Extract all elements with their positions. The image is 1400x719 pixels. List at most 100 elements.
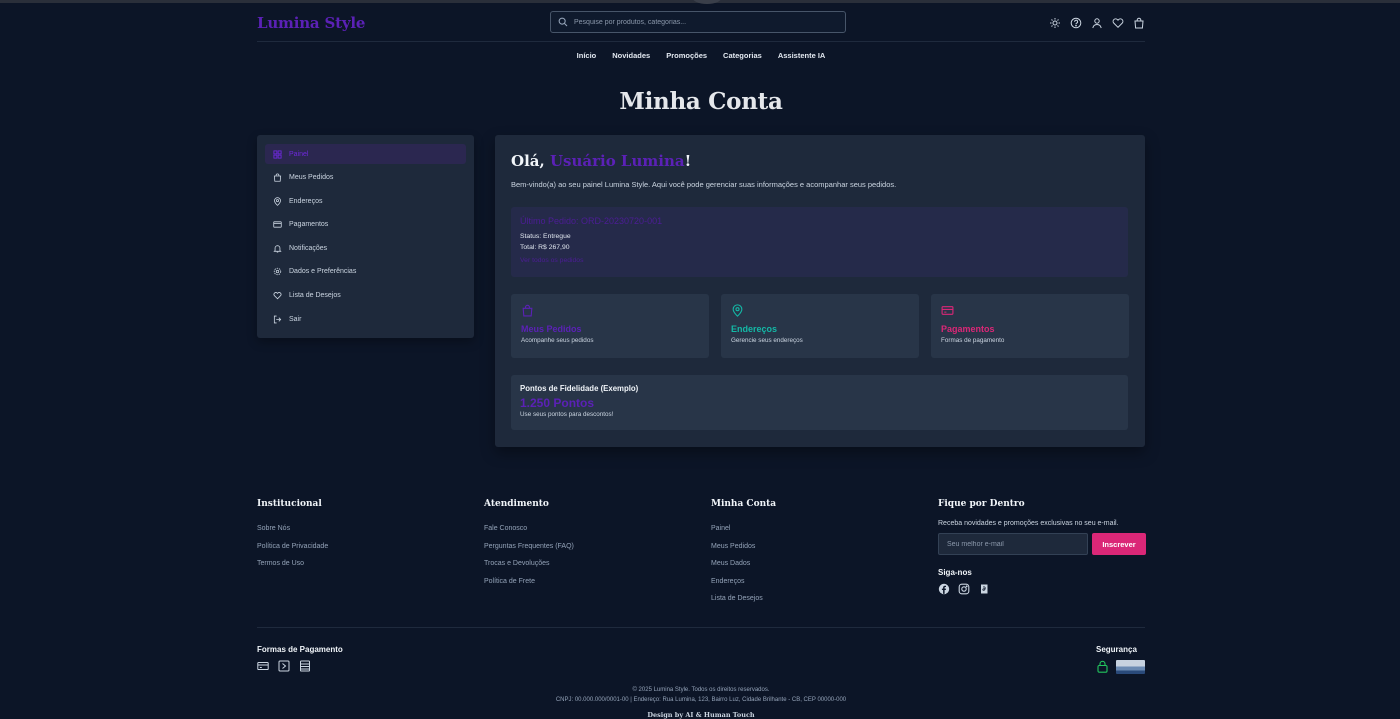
nav-categorias[interactable]: Categorias — [723, 51, 762, 60]
credit-card-icon — [257, 662, 269, 670]
sidebar-item-pagamentos[interactable]: Pagamentos — [265, 215, 466, 235]
footer-link[interactable]: Termos de Uso — [257, 555, 328, 573]
main-nav: Início Novidades Promoções Categorias As… — [257, 51, 1145, 60]
sidebar-item-enderecos[interactable]: Endereços — [265, 191, 466, 211]
heart-icon[interactable] — [1112, 17, 1124, 29]
payment-title: Formas de Pagamento — [257, 645, 343, 654]
sidebar-item-meus-pedidos[interactable]: Meus Pedidos — [265, 168, 466, 188]
greeting-suffix: ! — [684, 152, 692, 170]
credit-card-icon — [941, 306, 954, 315]
card-title: Pagamentos — [941, 324, 995, 334]
view-all-orders-link[interactable]: Ver todos os pedidos — [520, 257, 1119, 264]
footer-link[interactable]: Política de Privacidade — [257, 538, 328, 556]
card-title: Endereços — [731, 324, 778, 334]
card-meus-pedidos[interactable]: Meus Pedidos Acompanhe seus pedidos — [511, 294, 709, 358]
sidebar-item-notificacoes[interactable]: Notificações — [265, 238, 466, 258]
footer-link[interactable]: Meus Dados — [711, 555, 776, 573]
nav-assistente-ia[interactable]: Assistente IA — [778, 51, 826, 60]
sidebar-item-lista-desejos[interactable]: Lista de Desejos — [265, 286, 466, 306]
copyright-text: © 2025 Lumina Style. Todos os direitos r… — [632, 687, 770, 693]
card-subtitle: Gerencie seus endereços — [731, 337, 803, 344]
bag-icon — [522, 304, 533, 317]
design-credit: Design by AI & Human Touch — [647, 711, 755, 719]
account-sidebar: Painel Meus Pedidos Endereços Pagamentos… — [257, 135, 474, 338]
subscribe-button[interactable]: Inscrever — [1092, 533, 1146, 555]
sidebar-item-dados-preferencias[interactable]: Dados e Preferências — [265, 262, 466, 282]
loyalty-title: Pontos de Fidelidade (Exemplo) — [520, 384, 639, 393]
threads-icon[interactable] — [978, 583, 990, 595]
dashboard-icon — [273, 149, 282, 159]
sidebar-item-sair[interactable]: Sair — [265, 309, 466, 329]
footer-col-title: Atendimento — [484, 499, 549, 509]
follow-title: Siga-nos — [938, 568, 972, 577]
search-icon — [558, 17, 568, 27]
welcome-text: Bem-vindo(a) ao seu painel Lumina Style.… — [511, 180, 897, 189]
sun-icon[interactable] — [1049, 17, 1061, 29]
loyalty-points: 1.250 Pontos — [520, 396, 595, 410]
instagram-icon[interactable] — [958, 583, 970, 595]
footer-link[interactable]: Perguntas Frequentes (FAQ) — [484, 538, 574, 556]
nav-novidades[interactable]: Novidades — [612, 51, 650, 60]
site-header: Lumina Style — [257, 8, 1145, 42]
order-status: Status: Entregue — [520, 233, 571, 240]
security-lock — [1097, 660, 1108, 673]
nav-promocoes[interactable]: Promoções — [666, 51, 707, 60]
footer-newsletter: Fique por Dentro Receba novidades e prom… — [938, 499, 1146, 595]
user-icon[interactable] — [1091, 17, 1103, 29]
header-actions — [1049, 17, 1145, 29]
map-pin-icon — [732, 304, 743, 317]
footer-col-atendimento: Atendimento Fale Conosco Perguntas Frequ… — [484, 499, 574, 590]
security-title: Segurança — [1096, 645, 1137, 654]
greeting-prefix: Olá, — [511, 152, 550, 170]
footer-col-institucional: Institucional Sobre Nós Política de Priv… — [257, 499, 328, 573]
company-address: CNPJ: 00.000.000/0001-00 | Endereço: Rua… — [555, 697, 847, 703]
page-title: Minha Conta — [619, 88, 783, 115]
bell-icon — [273, 245, 282, 253]
footer-col-minha-conta: Minha Conta Painel Meus Pedidos Meus Dad… — [711, 499, 776, 608]
loyalty-card: Pontos de Fidelidade (Exemplo) 1.250 Pon… — [511, 375, 1128, 430]
logout-icon — [273, 315, 282, 323]
help-icon[interactable] — [1070, 17, 1082, 29]
sidebar-item-painel[interactable]: Painel — [265, 144, 466, 164]
footer-link[interactable]: Lista de Desejos — [711, 590, 776, 608]
footer-link[interactable]: Meus Pedidos — [711, 538, 776, 556]
sidebar-item-label: Sair — [289, 315, 302, 323]
dashboard-panel: Olá, Usuário Lumina! Bem-vindo(a) ao seu… — [495, 135, 1145, 447]
footer-link[interactable]: Fale Conosco — [484, 520, 574, 538]
social-links — [938, 583, 1146, 595]
sidebar-item-label: Pagamentos — [289, 221, 329, 229]
facebook-icon[interactable] — [938, 583, 950, 595]
nav-inicio[interactable]: Início — [577, 51, 597, 60]
last-order-card: Último Pedido: ORD-20230720-001 Status: … — [511, 207, 1128, 277]
footer-link[interactable]: Política de Frete — [484, 573, 574, 591]
footer-link[interactable]: Painel — [711, 520, 776, 538]
newsletter-email-input[interactable] — [938, 533, 1088, 555]
sidebar-item-label: Meus Pedidos — [289, 174, 334, 182]
sidebar-item-label: Endereços — [289, 197, 323, 205]
card-pagamentos[interactable]: Pagamentos Formas de pagamento — [931, 294, 1129, 358]
gear-icon — [273, 268, 282, 276]
search-input[interactable] — [574, 18, 834, 26]
newsletter-form: Inscrever — [938, 533, 1146, 555]
search-box[interactable] — [550, 11, 846, 33]
card-title: Meus Pedidos — [521, 324, 582, 334]
card-subtitle: Acompanhe seus pedidos — [521, 337, 594, 344]
boleto-icon — [300, 660, 310, 672]
loyalty-subtitle: Use seus pontos para descontos! — [520, 411, 614, 418]
newsletter-description: Receba novidades e promoções exclusivas … — [938, 520, 1119, 527]
card-enderecos[interactable]: Endereços Gerencie seus endereços — [721, 294, 919, 358]
sidebar-item-label: Lista de Desejos — [289, 292, 341, 300]
order-total: Total: R$ 267,90 — [520, 243, 570, 251]
footer-link[interactable]: Sobre Nós — [257, 520, 328, 538]
map-pin-icon — [274, 196, 281, 206]
bag-icon — [273, 173, 282, 182]
site-logo[interactable]: Lumina Style — [257, 14, 365, 32]
user-name: Usuário Lumina — [549, 152, 685, 170]
footer-link[interactable]: Endereços — [711, 573, 776, 591]
sidebar-item-label: Painel — [289, 150, 309, 158]
footer-link[interactable]: Trocas e Devoluções — [484, 555, 574, 573]
security-seal-image — [1116, 660, 1145, 674]
pix-icon — [278, 660, 290, 672]
bag-icon[interactable] — [1133, 17, 1145, 29]
lock-icon — [1097, 660, 1108, 673]
